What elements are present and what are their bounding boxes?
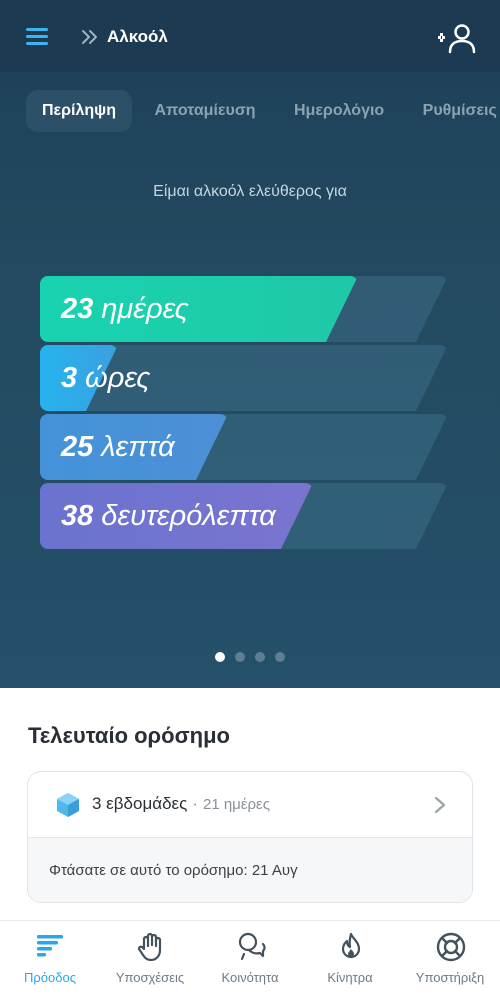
counter-value: 23: [61, 293, 94, 325]
nav-label: Υποστήριξη: [415, 970, 485, 985]
counter-label: 3 ώρες: [61, 345, 150, 411]
chat-bubbles-icon: [238, 932, 266, 961]
tab-bar: Περίληψη Αποταμίευση Ημερολόγιο Ρυθμίσει…: [26, 90, 500, 132]
milestone-card-footer: Φτάσατε σε αυτό το ορόσημο: 21 Αυγ: [28, 838, 472, 902]
counter-label: 25 λεπτά: [61, 414, 175, 480]
counter-value: 3: [61, 362, 78, 394]
milestone-card-header: 3 εβδομάδες · 21 ημέρες: [28, 772, 472, 838]
nav-label: Κίνητρα: [327, 970, 373, 985]
counter-unit: δευτερόλεπτα: [101, 500, 276, 532]
pager-dot[interactable]: [215, 652, 225, 662]
nav-progress[interactable]: Πρόοδος: [0, 921, 100, 1008]
user-settings-icon[interactable]: [436, 22, 478, 54]
page-title: Αλκοόλ: [107, 27, 168, 46]
pager-dot[interactable]: [275, 652, 285, 662]
lifebuoy-icon: [436, 932, 466, 962]
hexagon-gem-icon: [57, 793, 79, 817]
counter-label: 38 δευτερόλεπτα: [61, 483, 276, 549]
nav-motivation[interactable]: Κίνητρα: [300, 921, 400, 1008]
chevron-right-icon: [434, 796, 446, 814]
nav-pledges[interactable]: Υποσχέσεις: [100, 921, 200, 1008]
milestone-title: 3 εβδομάδες · 21 ημέρες: [92, 794, 270, 814]
nav-label: Πρόοδος: [24, 970, 76, 985]
milestone-card[interactable]: 3 εβδομάδες · 21 ημέρες Φτάσατε σε αυτό το…: [27, 771, 473, 903]
counter-unit: ώρες: [85, 362, 151, 394]
nav-support[interactable]: Υποστήριξη: [400, 921, 500, 1008]
milestone-reached-date: Φτάσατε σε αυτό το ορόσημο: 21 Αυγ: [49, 862, 298, 879]
pager-dot[interactable]: [255, 652, 265, 662]
counter-unit: ημέρες: [101, 293, 189, 325]
milestone-days: 21 ημέρες: [202, 796, 270, 813]
tab-summary[interactable]: Περίληψη: [26, 90, 132, 132]
hamburger-menu-icon[interactable]: [26, 28, 48, 46]
counter-minutes: 25 λεπτά: [40, 414, 440, 480]
flame-icon: [341, 932, 361, 959]
counter-unit: λεπτά: [101, 431, 175, 463]
milestone-separator: ·: [192, 794, 198, 813]
nav-community[interactable]: Κοινότητα: [200, 921, 300, 1008]
hero-subtitle: Είμαι αλκοόλ ελεύθερος για: [153, 183, 347, 200]
nav-label: Κοινότητα: [221, 970, 279, 985]
tab-savings[interactable]: Αποταμίευση: [138, 90, 271, 132]
counter-seconds: 38 δευτερόλεπτα: [40, 483, 440, 549]
hero-panel: Αλκοόλ Περίληψη Αποταμίευση Ημερολόγιο Ρ…: [0, 0, 500, 688]
counter-days: 23 ημέρες: [40, 276, 440, 342]
double-chevron-right-icon[interactable]: [80, 26, 100, 48]
nav-label: Υποσχέσεις: [115, 970, 185, 985]
page-indicator: [0, 649, 500, 667]
progress-bars-icon: [37, 935, 63, 957]
tab-settings[interactable]: Ρυθμίσεις: [407, 90, 500, 132]
counter-value: 38: [61, 500, 94, 532]
bottom-nav: Πρόοδος Υποσχέσεις Κοινότητα Κίνητρα Υπο…: [0, 920, 500, 1008]
top-bar: Αλκοόλ: [0, 0, 500, 72]
counter-hours: 3 ώρες: [40, 345, 440, 411]
section-title: Τελευταίο ορόσημο: [28, 723, 230, 748]
counter-label: 23 ημέρες: [61, 276, 189, 342]
milestone-name: 3 εβδομάδες: [92, 794, 188, 813]
raised-hand-icon: [137, 932, 162, 962]
counter-value: 25: [61, 431, 94, 463]
pager-dot[interactable]: [235, 652, 245, 662]
tab-calendar[interactable]: Ημερολόγιο: [278, 90, 400, 132]
